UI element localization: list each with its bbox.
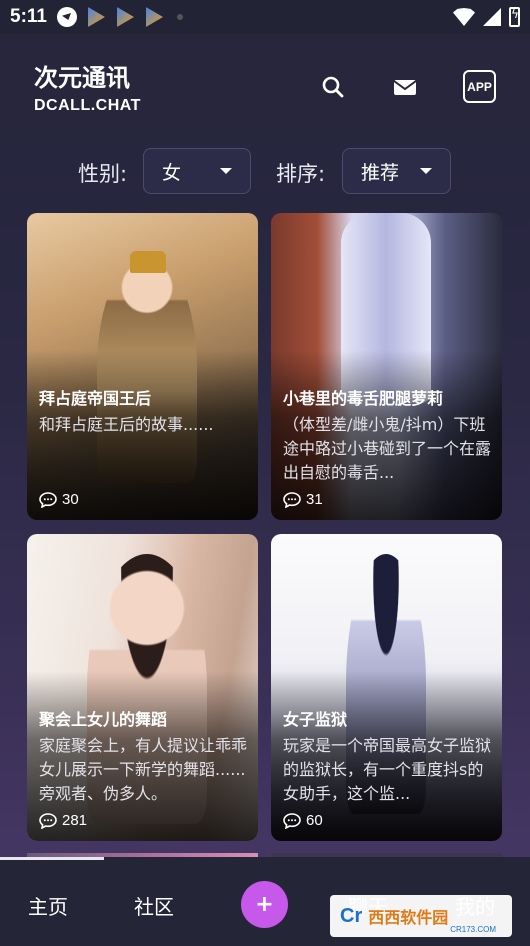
card-description: （体型差/雌小鬼/抖m）下班途中路过小巷碰到了一个在露出自慰的毒舌... bbox=[283, 415, 492, 482]
comment-count: 60 bbox=[283, 812, 323, 829]
comment-count-value: 281 bbox=[62, 812, 88, 829]
watermark-text: 西西软件园 bbox=[368, 908, 449, 927]
comment-count: 30 bbox=[39, 491, 79, 508]
comment-count-value: 30 bbox=[62, 491, 79, 508]
nav-active-indicator bbox=[0, 857, 104, 860]
character-card[interactable]: 拜占庭帝国王后 和拜占庭王后的故事...... 30 bbox=[27, 213, 258, 520]
status-bar: 5:11 bbox=[0, 0, 530, 34]
card-title: 小巷里的毒舌肥腿萝莉 bbox=[283, 389, 444, 408]
card-description: 家庭聚会上，有人提议让乖乖女儿展示一下新学的舞蹈...... 旁观者、伪多人。 bbox=[39, 736, 248, 803]
comment-icon bbox=[283, 812, 301, 829]
chevron-down-icon bbox=[420, 168, 432, 174]
comment-icon bbox=[39, 812, 57, 829]
watermark: Cr 西西软件园 CR173.COM bbox=[330, 895, 512, 937]
card-description: 玩家是一个帝国最高女子监狱的监狱长，有一个重度抖s的女助手，这个监... bbox=[283, 736, 492, 803]
watermark-sub: CR173.COM bbox=[450, 925, 496, 934]
card-title: 女子监狱 bbox=[283, 710, 348, 729]
card-title: 拜占庭帝国王后 bbox=[39, 389, 152, 408]
watermark-logo: Cr bbox=[340, 904, 363, 927]
character-card[interactable]: 女子监狱 玩家是一个帝国最高女子监狱的监狱长，有一个重度抖s的女助手，这个监..… bbox=[271, 534, 502, 841]
play-icon bbox=[87, 7, 105, 27]
comment-icon bbox=[39, 491, 57, 508]
card-description: 和拜占庭王后的故事...... bbox=[39, 415, 214, 434]
filter-bar: 性别: 女 排序: 推荐 bbox=[0, 134, 530, 210]
nav-community[interactable]: 社区 bbox=[134, 891, 174, 920]
sort-value: 推荐 bbox=[361, 161, 400, 184]
add-button[interactable]: + bbox=[241, 881, 288, 928]
search-icon[interactable] bbox=[320, 74, 346, 100]
gender-value: 女 bbox=[162, 161, 182, 184]
play-icon bbox=[116, 7, 134, 27]
sort-dropdown[interactable]: 推荐 bbox=[342, 148, 451, 194]
app-domain: DCALL.CHAT bbox=[34, 97, 141, 114]
telegram-icon bbox=[56, 7, 77, 27]
wifi-icon bbox=[453, 8, 475, 26]
comment-count-value: 31 bbox=[306, 491, 323, 508]
character-card[interactable]: 小巷里的毒舌肥腿萝莉 （体型差/雌小鬼/抖m）下班途中路过小巷碰到了一个在露出自… bbox=[271, 213, 502, 520]
character-card[interactable]: 聚会上女儿的舞蹈 家庭聚会上，有人提议让乖乖女儿展示一下新学的舞蹈...... … bbox=[27, 534, 258, 841]
status-time: 5:11 bbox=[10, 6, 47, 27]
sort-label: 排序: bbox=[276, 162, 326, 186]
app-download-icon[interactable]: APP bbox=[463, 70, 496, 103]
chevron-down-icon bbox=[220, 168, 232, 174]
dot-icon bbox=[176, 14, 183, 20]
gender-label: 性别: bbox=[78, 162, 128, 186]
crown-icon bbox=[130, 251, 166, 273]
gender-dropdown[interactable]: 女 bbox=[143, 148, 251, 194]
mail-icon[interactable] bbox=[392, 74, 418, 100]
comment-count-value: 60 bbox=[306, 812, 323, 829]
nav-home[interactable]: 主页 bbox=[28, 891, 68, 920]
app-header: 次元通讯 DCALL.CHAT APP bbox=[0, 34, 530, 134]
comment-icon bbox=[283, 491, 301, 508]
battery-icon bbox=[509, 7, 520, 27]
comment-count: 31 bbox=[283, 491, 323, 508]
comment-count: 281 bbox=[39, 812, 87, 829]
card-title: 聚会上女儿的舞蹈 bbox=[39, 710, 168, 729]
app-title: 次元通讯 bbox=[34, 64, 130, 92]
signal-icon bbox=[483, 8, 501, 26]
play-icon bbox=[145, 7, 163, 27]
